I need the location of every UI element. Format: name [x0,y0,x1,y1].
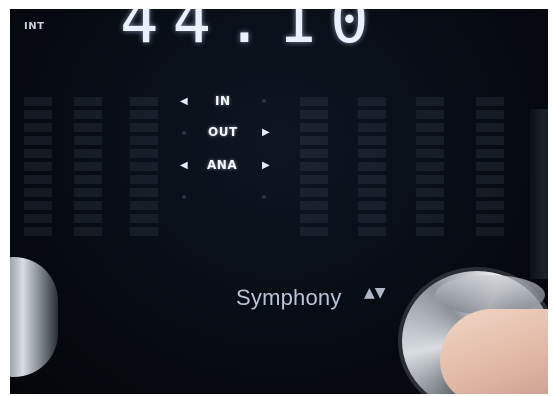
left-arrow-icon: ◀ [180,96,188,107]
level-meter [416,97,444,237]
side-panel [530,109,548,279]
left-arrow-icon: ◀ [180,160,188,171]
selector-icon: ▲▼ [364,285,386,301]
level-meter [358,97,386,237]
input-label-out: OUT [208,125,238,139]
volume-knob-left[interactable] [10,257,58,377]
level-meter [24,97,52,237]
level-meter [300,97,328,237]
input-label-ana: ANA [207,158,238,172]
status-dot [182,131,186,135]
level-meter [476,97,504,237]
input-label-in: IN [215,94,231,108]
level-meter [130,97,158,237]
int-indicator: INT [24,21,45,32]
right-arrow-icon: ▶ [262,160,270,171]
status-dot [262,99,266,103]
status-dot [182,195,186,199]
level-meter [74,97,102,237]
model-name: Symphony [236,285,342,310]
status-dot [262,195,266,199]
amplifier-photo: INT 44.10 ◀ IN OUT ▶ ◀ ANA ▶ Symphony ▲▼ [10,9,548,394]
frequency-readout: 44.10 [120,9,383,58]
finger [440,309,548,394]
right-arrow-icon: ▶ [262,127,270,138]
